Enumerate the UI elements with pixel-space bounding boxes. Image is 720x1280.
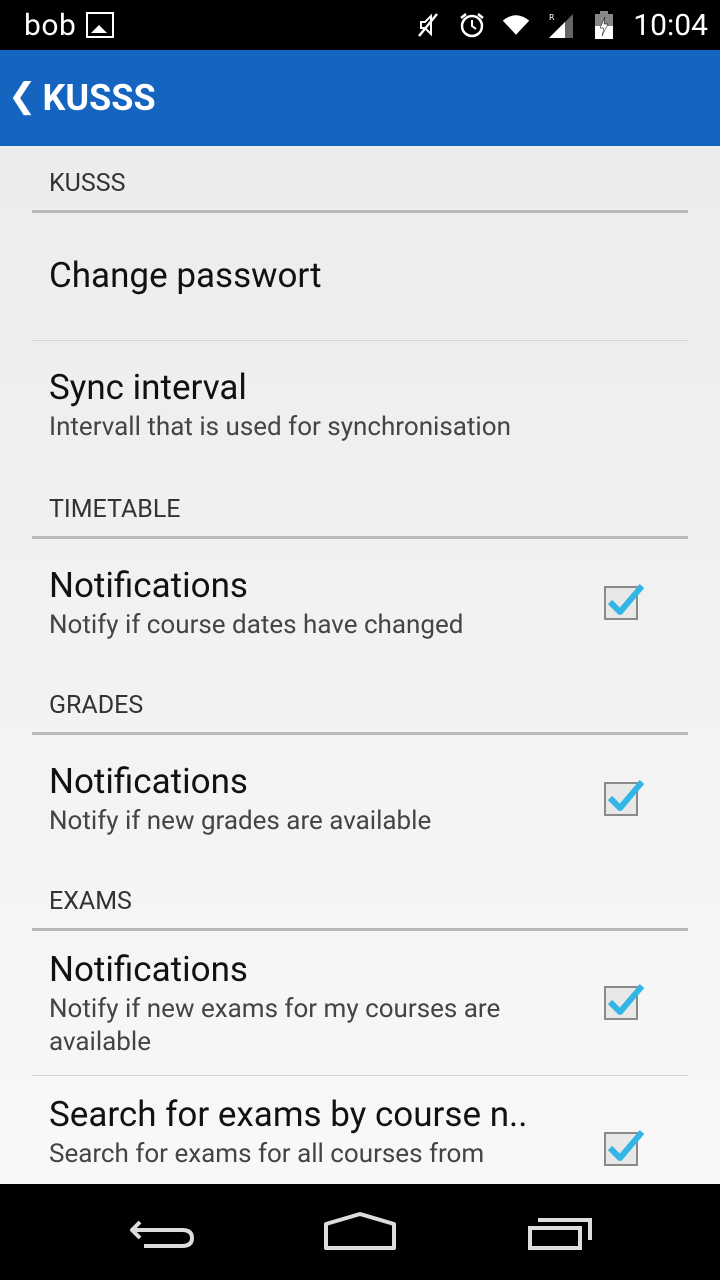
pref-exams-notifications[interactable]: Notifications Notify if new exams for my… xyxy=(32,931,688,1075)
status-time: 10:04 xyxy=(633,7,708,43)
pref-exams-search[interactable]: Search for exams by course n.. Search fo… xyxy=(32,1076,688,1184)
mute-icon xyxy=(418,13,439,37)
action-bar: ❮ KUSSS xyxy=(0,50,720,146)
pref-summary: Notify if course dates have changed xyxy=(49,610,464,640)
gallery-icon xyxy=(86,12,115,38)
category-kusss: KUSSS xyxy=(32,146,688,213)
status-bar: bob R 10:04 xyxy=(0,0,720,50)
category-exams: EXAMS xyxy=(32,864,688,931)
checkmark-icon xyxy=(607,984,645,1015)
pref-title: Search for exams by course n.. xyxy=(49,1094,528,1135)
pref-title: Notifications xyxy=(49,565,248,606)
category-label: EXAMS xyxy=(49,887,132,916)
back-chevron-icon[interactable]: ❮ xyxy=(8,76,37,116)
exams-notifications-checkbox[interactable] xyxy=(604,984,645,1020)
checkmark-icon xyxy=(607,780,645,811)
category-label: KUSSS xyxy=(49,169,126,198)
category-label: TIMETABLE xyxy=(49,495,181,524)
status-user: bob xyxy=(24,7,77,43)
checkmark-icon xyxy=(607,584,645,615)
category-grades: GRADES xyxy=(32,668,688,735)
pref-summary: Intervall that is used for synchronisati… xyxy=(49,412,511,442)
grades-notifications-checkbox[interactable] xyxy=(604,780,645,816)
svg-text:R: R xyxy=(549,13,555,22)
pref-title: Notifications xyxy=(49,761,248,802)
pref-timetable-notifications[interactable]: Notifications Notify if course dates hav… xyxy=(32,539,688,663)
back-icon[interactable] xyxy=(120,1206,200,1258)
category-timetable: TIMETABLE xyxy=(32,472,688,539)
category-label: GRADES xyxy=(49,691,144,720)
alarm-icon xyxy=(460,13,485,38)
pref-summary: Notify if new exams for my courses are a… xyxy=(49,994,501,1057)
recents-icon[interactable] xyxy=(520,1206,600,1258)
timetable-notifications-checkbox[interactable] xyxy=(604,584,645,620)
checkmark-icon xyxy=(607,1130,645,1161)
settings-list[interactable]: KUSSS Change passwort Sync interval Inte… xyxy=(0,146,720,1184)
page-title[interactable]: KUSSS xyxy=(43,77,156,119)
pref-grades-notifications[interactable]: Notifications Notify if new grades are a… xyxy=(32,735,688,859)
home-icon[interactable] xyxy=(320,1206,400,1258)
signal-icon: R xyxy=(549,13,574,38)
pref-change-password[interactable]: Change passwort xyxy=(32,213,688,341)
wifi-icon xyxy=(503,15,530,35)
pref-title: Change passwort xyxy=(49,255,322,296)
battery-icon xyxy=(595,11,614,39)
exams-search-checkbox[interactable] xyxy=(604,1130,645,1166)
pref-summary: Notify if new grades are available xyxy=(49,806,432,836)
navigation-bar xyxy=(0,1184,720,1280)
pref-title: Sync interval xyxy=(49,367,247,408)
pref-title: Notifications xyxy=(49,949,248,990)
pref-summary: Search for exams for all courses from xyxy=(49,1139,485,1169)
pref-sync-interval[interactable]: Sync interval Intervall that is used for… xyxy=(32,341,688,461)
